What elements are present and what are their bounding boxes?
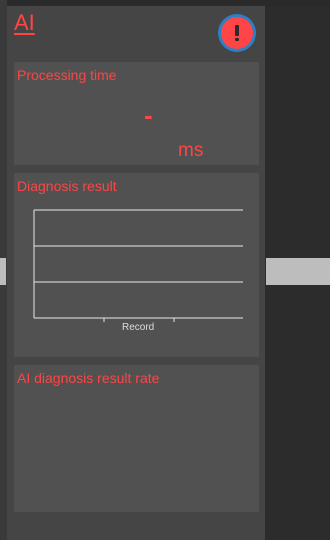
diagnosis-rate-card: AI diagnosis result rate [14, 365, 259, 512]
diagnosis-rate-title: AI diagnosis result rate [17, 370, 160, 386]
processing-time-value: - [144, 100, 153, 130]
app-title-link[interactable]: AI [14, 10, 35, 36]
splitter-handle-right[interactable] [266, 258, 330, 285]
diagnosis-result-card: Diagnosis result Record [14, 173, 259, 357]
processing-time-unit: ms [178, 140, 204, 161]
chart-x-axis-label: Record [122, 322, 155, 333]
processing-time-card: Processing time - ms [14, 62, 259, 165]
splitter-handle-left[interactable] [0, 258, 6, 285]
alert-button[interactable] [218, 14, 256, 52]
processing-time-title: Processing time [17, 67, 117, 83]
exclamation-icon [221, 17, 253, 49]
